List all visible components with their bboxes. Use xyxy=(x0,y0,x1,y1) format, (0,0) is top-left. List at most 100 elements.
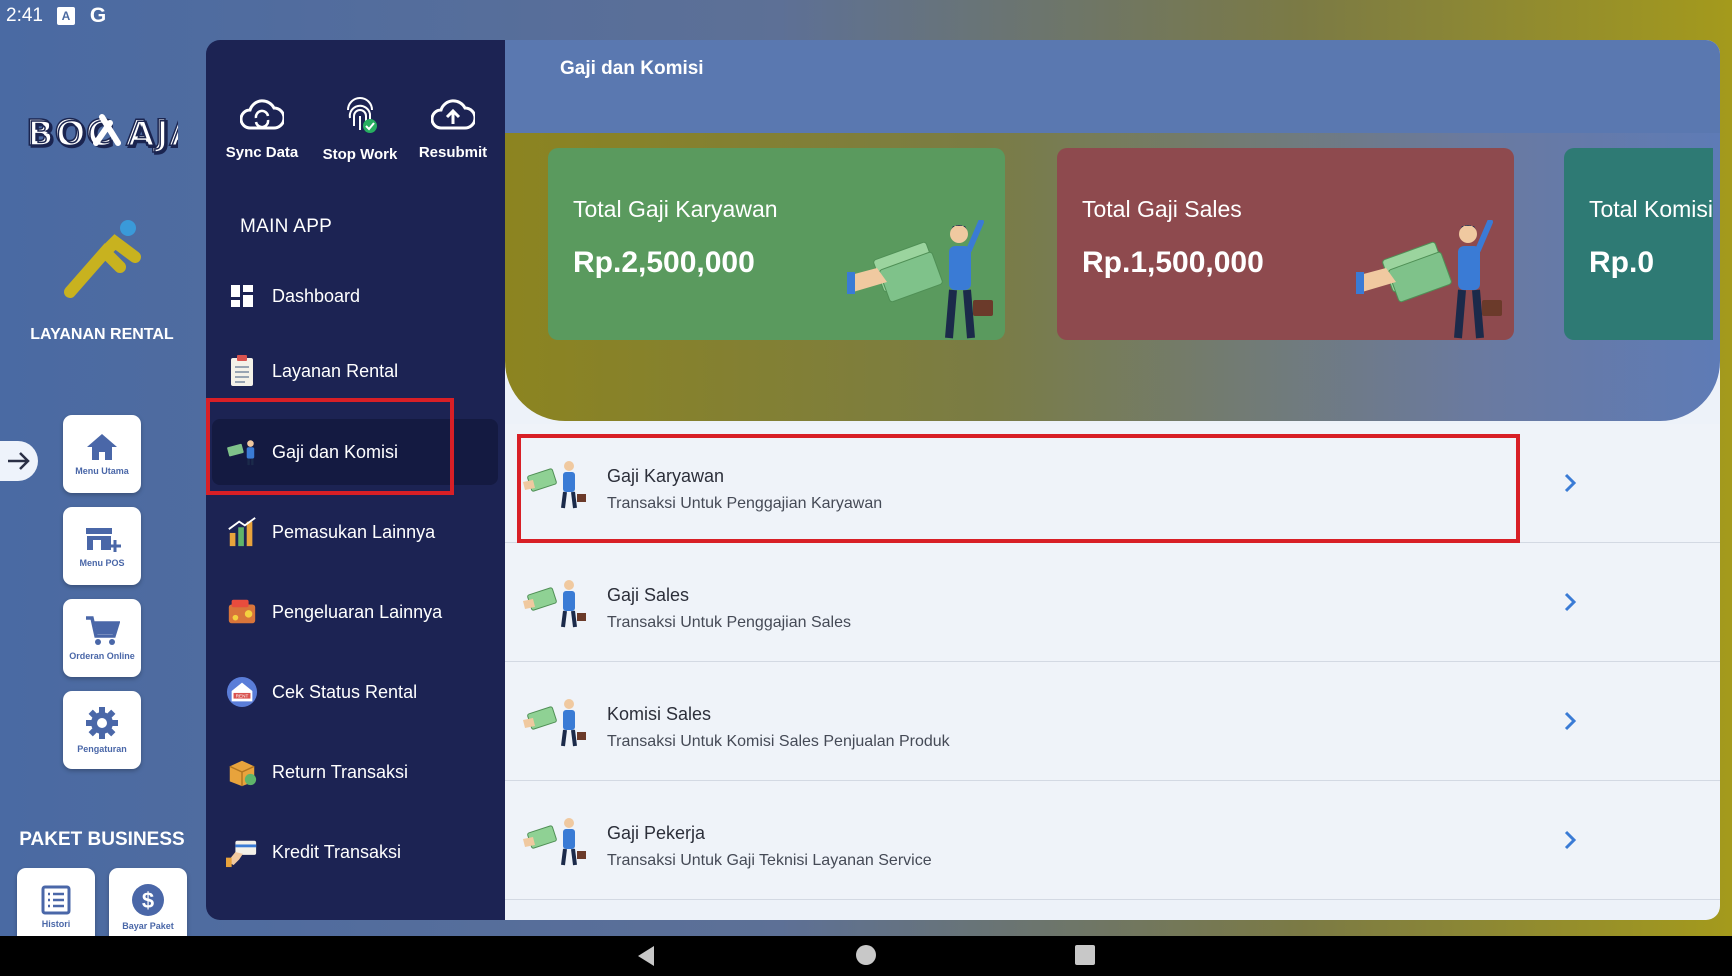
card-title: Total Gaji Sales xyxy=(1082,196,1242,222)
card-value: Rp.0 xyxy=(1589,246,1655,279)
pengaturan-button[interactable]: Pengaturan xyxy=(63,691,141,769)
dashboard-icon xyxy=(226,280,258,312)
list-item-komisi-sales[interactable]: Komisi Sales Transaksi Untuk Komisi Sale… xyxy=(505,662,1720,781)
highlight-box xyxy=(517,434,1520,543)
sync-data-button[interactable]: Sync Data xyxy=(212,96,312,161)
menu-pos-button[interactable]: Menu POS xyxy=(63,507,141,585)
expense-icon xyxy=(226,596,258,628)
app-logo: BOC AJA xyxy=(26,102,178,162)
status-bar: 2:41 A G xyxy=(0,0,1732,32)
dollar-icon: $ xyxy=(132,884,164,916)
svg-text:AJA: AJA xyxy=(126,113,178,154)
bayar-paket-label: Bayar Paket xyxy=(122,921,174,931)
salary-icon xyxy=(523,580,586,628)
sync-data-label: Sync Data xyxy=(225,144,299,161)
list-item-subtitle: Transaksi Untuk Gaji Teknisi Layanan Ser… xyxy=(607,852,932,869)
nav-item-label: Pemasukan Lainnya xyxy=(272,521,436,542)
nav-item-dashboard[interactable]: Dashboard xyxy=(212,263,498,329)
main-header: Gaji dan Komisi xyxy=(505,40,1720,135)
list-item-gaji-pekerja[interactable]: Gaji Pekerja Transaksi Untuk Gaji Teknis… xyxy=(505,781,1720,900)
list-item-gaji-sales[interactable]: Gaji Sales Transaksi Untuk Penggajian Sa… xyxy=(505,543,1720,662)
orderan-online-label: Orderan Online xyxy=(69,651,135,661)
bayar-paket-button[interactable]: $ Bayar Paket xyxy=(109,868,187,946)
cloud-sync-icon xyxy=(240,99,284,130)
nav-item-label: Return Transaksi xyxy=(272,761,409,782)
salary-icon xyxy=(523,818,586,866)
card-title: Total Gaji Karyawan xyxy=(573,196,778,222)
chevron-right-icon xyxy=(1564,473,1577,493)
svg-text:$: $ xyxy=(142,888,154,913)
nav-item-pemasukan-lainnya[interactable]: Pemasukan Lainnya xyxy=(212,499,498,565)
card-value: Rp.1,500,000 xyxy=(1082,246,1264,279)
back-icon[interactable] xyxy=(634,944,658,968)
salary-icon xyxy=(523,699,586,747)
histori-button[interactable]: Histori xyxy=(17,868,95,946)
list-item-subtitle: Transaksi Untuk Komisi Sales Penjualan P… xyxy=(607,733,950,750)
chevron-right-icon xyxy=(1564,830,1577,850)
arrow-right-icon xyxy=(8,452,30,470)
rail-title: LAYANAN RENTAL xyxy=(30,326,174,343)
page-title: Gaji dan Komisi xyxy=(560,58,704,79)
menu-pos-label: Menu POS xyxy=(79,558,125,568)
home-nav-icon[interactable] xyxy=(855,944,877,966)
main-app-section-label: MAIN APP xyxy=(240,216,333,237)
status-time: 2:41 xyxy=(6,5,43,26)
nav-item-pengeluaran-lainnya[interactable]: Pengeluaran Lainnya xyxy=(212,579,498,645)
card-value: Rp.2,500,000 xyxy=(573,246,755,279)
list-item-subtitle: Transaksi Untuk Penggajian Sales xyxy=(607,614,851,631)
card-title: Total Komisi xyxy=(1589,196,1713,222)
card-total-komisi[interactable]: Total Komisi Rp.0 xyxy=(1564,148,1713,340)
income-icon xyxy=(226,516,258,548)
cart-icon xyxy=(86,616,120,645)
list-icon xyxy=(41,885,71,915)
nav-item-return-transaksi[interactable]: Return Transaksi xyxy=(212,739,498,805)
salary-illustration-icon xyxy=(1356,220,1502,339)
nav-item-cek-status-rental[interactable]: RENT Cek Status Rental xyxy=(212,659,498,725)
chevron-right-icon xyxy=(1564,711,1577,731)
pengaturan-label: Pengaturan xyxy=(77,744,127,754)
list-item-title: Gaji Sales xyxy=(607,585,690,605)
system-nav-bar xyxy=(0,936,1732,976)
gear-icon xyxy=(86,707,118,739)
menu-utama-label: Menu Utama xyxy=(75,466,129,476)
nav-item-label: Layanan Rental xyxy=(272,360,399,381)
return-box-icon xyxy=(226,756,258,788)
stop-work-label: Stop Work xyxy=(322,146,398,163)
credit-card-icon xyxy=(226,836,258,868)
stop-work-button[interactable]: Stop Work xyxy=(310,96,410,163)
histori-label: Histori xyxy=(41,919,71,929)
svg-text:RENT: RENT xyxy=(236,694,249,699)
nav-item-label: Cek Status Rental xyxy=(272,681,418,702)
paket-title: PAKET BUSINESS xyxy=(19,829,185,850)
nav-item-label: Kredit Transaksi xyxy=(272,841,402,862)
clipboard-icon xyxy=(226,355,258,387)
nav-item-layanan-rental[interactable]: Layanan Rental xyxy=(212,338,498,404)
highlight-box xyxy=(206,398,454,495)
rental-logo-icon xyxy=(60,212,146,312)
chevron-right-icon xyxy=(1564,592,1577,612)
card-total-gaji-sales[interactable]: Total Gaji Sales Rp.1,500,000 xyxy=(1057,148,1514,340)
expand-arrow-button[interactable] xyxy=(0,441,38,481)
fingerprint-icon xyxy=(347,97,377,133)
orderan-online-button[interactable]: Orderan Online xyxy=(63,599,141,677)
main-content: Gaji dan Komisi Total Gaji Karyawan Rp.2… xyxy=(505,40,1720,920)
nav-item-label: Dashboard xyxy=(272,285,361,306)
salary-illustration-icon xyxy=(847,220,993,339)
google-icon: G xyxy=(89,4,107,27)
menu-utama-button[interactable]: Menu Utama xyxy=(63,415,141,493)
pos-store-icon xyxy=(86,528,121,552)
list-item-title: Gaji Pekerja xyxy=(607,823,706,843)
cloud-upload-icon xyxy=(431,99,475,130)
left-rail: BOC AJA LAYANAN RENTAL Menu Utama Menu P… xyxy=(0,32,206,946)
a-notification-icon: A xyxy=(56,7,75,25)
resubmit-button[interactable]: Resubmit xyxy=(403,96,503,161)
nav-item-label: Pengeluaran Lainnya xyxy=(272,601,443,622)
resubmit-label: Resubmit xyxy=(418,144,488,161)
summary-cards: Total Gaji Karyawan Rp.2,500,000 Total G… xyxy=(548,148,1713,344)
nav-item-kredit-transaksi[interactable]: Kredit Transaksi xyxy=(212,819,498,885)
home-icon xyxy=(87,434,117,460)
rent-status-icon: RENT xyxy=(226,676,258,708)
list-item-title: Komisi Sales xyxy=(607,704,712,724)
recents-icon[interactable] xyxy=(1074,944,1096,966)
card-total-gaji-karyawan[interactable]: Total Gaji Karyawan Rp.2,500,000 xyxy=(548,148,1005,340)
